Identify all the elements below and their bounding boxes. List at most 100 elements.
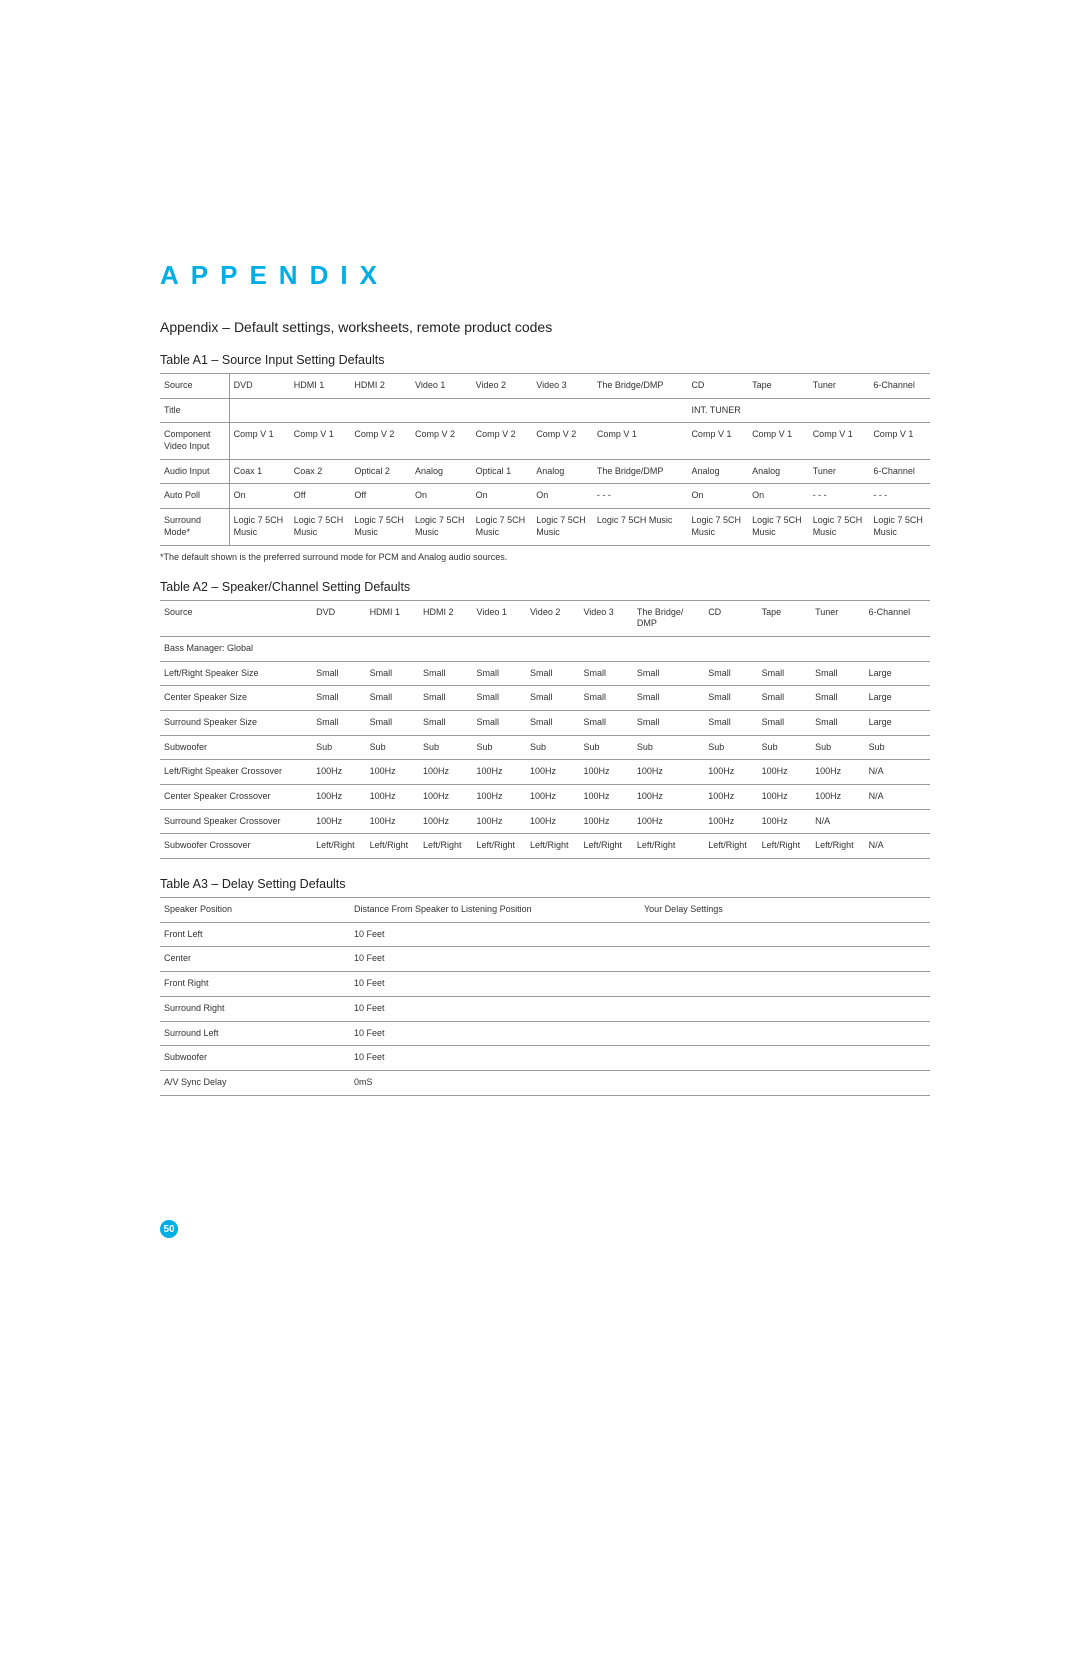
table-cell: Source <box>160 374 229 399</box>
table-cell <box>640 1046 930 1071</box>
table-cell: Sub <box>865 735 930 760</box>
table-cell <box>865 809 930 834</box>
table-cell: 100Hz <box>633 785 704 810</box>
table-cell: Sub <box>366 735 419 760</box>
table-cell: Comp V 2 <box>472 423 533 459</box>
table-cell: Small <box>419 710 472 735</box>
table-cell: Logic 7 5CH Music <box>472 509 533 545</box>
table-cell: Sub <box>473 735 526 760</box>
table-cell: HDMI 2 <box>350 374 411 399</box>
table-cell: Comp V 2 <box>411 423 472 459</box>
table-a1-footnote: *The default shown is the preferred surr… <box>160 552 930 562</box>
table-cell: Left/Right <box>312 834 365 859</box>
table-cell: Logic 7 5CH Music <box>411 509 472 545</box>
table-cell <box>366 636 419 661</box>
table-cell: On <box>748 484 809 509</box>
table-cell: Component Video Input <box>160 423 229 459</box>
table-cell: Surround Left <box>160 1021 350 1046</box>
table-header-cell: Speaker Position <box>160 898 350 923</box>
table-header-cell: Distance From Speaker to Listening Posit… <box>350 898 640 923</box>
table-cell: On <box>229 484 290 509</box>
table-cell: 100Hz <box>366 760 419 785</box>
table-cell: 100Hz <box>811 760 864 785</box>
table-cell: HDMI 1 <box>366 600 419 636</box>
table-cell: 100Hz <box>633 809 704 834</box>
table-cell <box>811 636 864 661</box>
table-cell <box>748 398 809 423</box>
table-cell: DVD <box>229 374 290 399</box>
table-cell: Small <box>366 710 419 735</box>
table-cell: Logic 7 5CH Music <box>350 509 411 545</box>
table-cell: Small <box>811 686 864 711</box>
table-a1: SourceDVDHDMI 1HDMI 2Video 1Video 2Video… <box>160 373 930 546</box>
table-cell <box>809 398 870 423</box>
table-cell: 100Hz <box>758 785 811 810</box>
table-cell: Left/Right <box>473 834 526 859</box>
table-cell <box>640 947 930 972</box>
table-cell: 100Hz <box>526 785 579 810</box>
table-cell: Tape <box>748 374 809 399</box>
table-cell: Surround Mode* <box>160 509 229 545</box>
table-cell: 0mS <box>350 1070 640 1095</box>
table-cell: Small <box>579 661 632 686</box>
table-cell <box>290 398 351 423</box>
table-cell: Small <box>758 661 811 686</box>
table-cell: Tuner <box>811 600 864 636</box>
table-cell <box>229 398 290 423</box>
table-cell: Tuner <box>809 459 870 484</box>
table-cell: N/A <box>865 834 930 859</box>
table-cell: 6-Channel <box>869 459 930 484</box>
table-cell: Source <box>160 600 312 636</box>
table-cell: Small <box>633 661 704 686</box>
table-cell <box>350 398 411 423</box>
table-cell: Front Right <box>160 972 350 997</box>
table-cell: Left/Right <box>758 834 811 859</box>
table-cell <box>593 398 688 423</box>
table-cell: Logic 7 5CH Music <box>748 509 809 545</box>
table-cell: Subwoofer Crossover <box>160 834 312 859</box>
table-cell: 100Hz <box>366 785 419 810</box>
table-cell <box>526 636 579 661</box>
table-cell: Small <box>811 710 864 735</box>
table-cell: 100Hz <box>526 760 579 785</box>
table-cell <box>869 398 930 423</box>
table-cell: Logic 7 5CH Music <box>290 509 351 545</box>
table-cell: CD <box>687 374 748 399</box>
table-cell: Small <box>526 661 579 686</box>
table-cell: Video 3 <box>532 374 593 399</box>
table-cell: - - - <box>809 484 870 509</box>
table-cell: 100Hz <box>473 760 526 785</box>
table-cell: Small <box>366 661 419 686</box>
table-cell: 10 Feet <box>350 922 640 947</box>
table-cell: Logic 7 5CH Music <box>687 509 748 545</box>
table-cell: Logic 7 5CH Music <box>229 509 290 545</box>
table-cell <box>640 1070 930 1095</box>
table-cell <box>419 636 472 661</box>
table-cell: Coax 1 <box>229 459 290 484</box>
page: APPENDIX Appendix – Default settings, wo… <box>0 0 1080 1667</box>
table-cell: Sub <box>579 735 632 760</box>
table-cell: Small <box>526 686 579 711</box>
table-cell: On <box>472 484 533 509</box>
table-cell: Left/Right <box>579 834 632 859</box>
table-cell: Auto Poll <box>160 484 229 509</box>
table-cell: Left/Right Speaker Crossover <box>160 760 312 785</box>
table-cell: Off <box>350 484 411 509</box>
table-cell: Analog <box>687 459 748 484</box>
table-cell: Comp V 2 <box>350 423 411 459</box>
table-cell: Sub <box>633 735 704 760</box>
table-cell: Off <box>290 484 351 509</box>
table-cell: 100Hz <box>758 809 811 834</box>
table-cell: 10 Feet <box>350 972 640 997</box>
table-cell: Sub <box>811 735 864 760</box>
table-cell: DVD <box>312 600 365 636</box>
table-cell: Video 3 <box>579 600 632 636</box>
table-cell: Surround Speaker Crossover <box>160 809 312 834</box>
table-cell: - - - <box>869 484 930 509</box>
table-cell: Small <box>704 661 757 686</box>
table-cell: Large <box>865 686 930 711</box>
table-cell: Sub <box>758 735 811 760</box>
table-cell: Sub <box>419 735 472 760</box>
table-cell: 100Hz <box>473 809 526 834</box>
table-cell: 10 Feet <box>350 947 640 972</box>
